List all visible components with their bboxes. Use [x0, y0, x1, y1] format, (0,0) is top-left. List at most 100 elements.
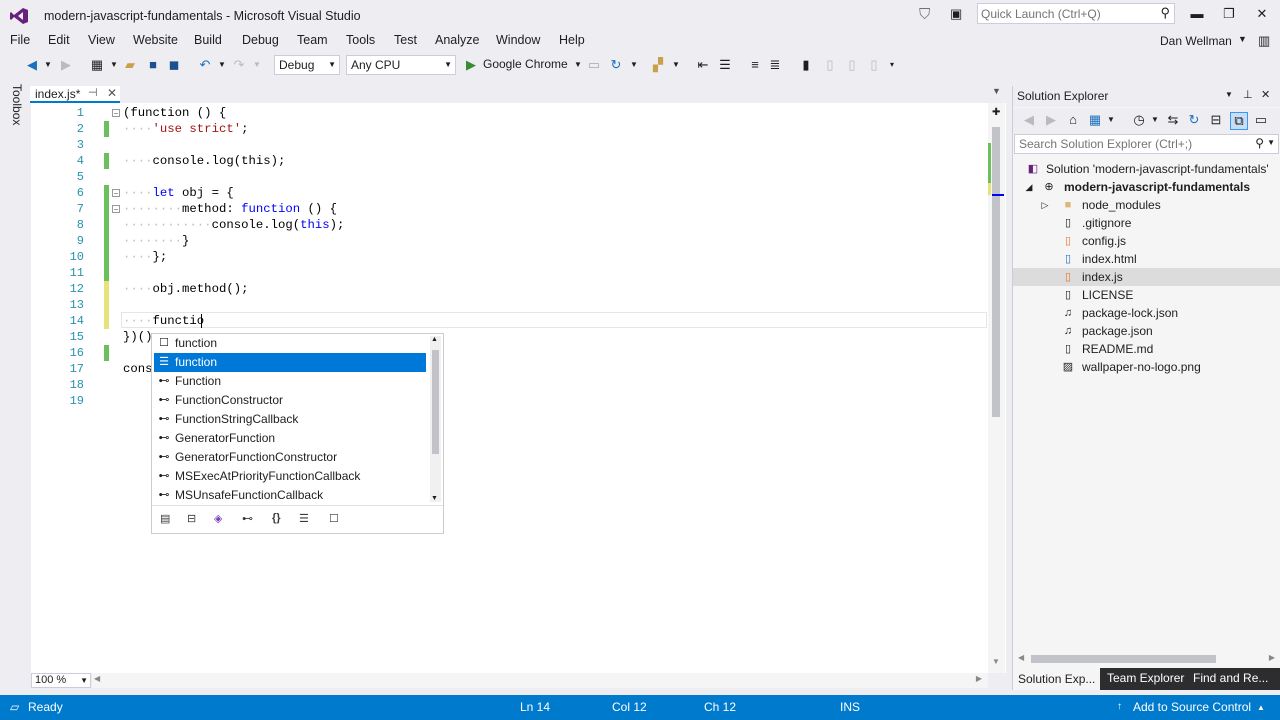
back-icon[interactable]: ◀ [1021, 112, 1037, 128]
completion-item[interactable]: ⊷ GeneratorFunctionConstructor [154, 448, 426, 467]
tree-item-file[interactable]: ♫ package.json [1013, 322, 1280, 340]
filter-namespace-icon[interactable]: {} [272, 512, 281, 524]
quick-launch-box[interactable]: ⚲ [977, 3, 1175, 24]
uncomment-lines-icon[interactable]: ≣ [767, 57, 783, 73]
menu-view[interactable]: View [88, 33, 115, 47]
tab-solution-explorer[interactable]: Solution Exp... [1013, 668, 1101, 690]
minimize-button[interactable]: ▬ [1180, 4, 1214, 24]
filter-module-icon[interactable]: ▤ [160, 512, 170, 525]
properties-icon[interactable]: ▭ [1253, 112, 1269, 128]
bookmark-icon[interactable]: ▮ [798, 57, 814, 73]
sync-with-document-icon[interactable]: ⇆ [1165, 112, 1181, 128]
tree-item-file[interactable]: ▯ config.js [1013, 232, 1280, 250]
new-project-icon[interactable]: ▦ [89, 57, 105, 73]
format-document-icon[interactable]: ☰ [717, 57, 733, 73]
previous-bookmark-icon[interactable]: ▯ [822, 57, 838, 73]
chevron-down-icon[interactable]: ▼ [249, 57, 265, 73]
chevron-down-icon[interactable]: ▼ [40, 57, 56, 73]
filter-snippet-icon[interactable]: ☐ [329, 512, 339, 525]
start-debugging-icon[interactable]: ▶ [463, 57, 479, 73]
completion-item[interactable]: ⊷ FunctionStringCallback [154, 410, 426, 429]
menu-file[interactable]: File [10, 33, 30, 47]
step-into-icon[interactable]: ⇤ [695, 57, 711, 73]
menu-help[interactable]: Help [559, 33, 585, 47]
chevron-down-icon[interactable]: ▼ [626, 57, 642, 73]
home-icon[interactable]: ⌂ [1065, 112, 1081, 128]
tree-item-solution[interactable]: ◧ Solution 'modern-javascript-fundamenta… [1013, 160, 1280, 178]
menu-build[interactable]: Build [194, 33, 222, 47]
tree-item-file[interactable]: ▯ .gitignore [1013, 214, 1280, 232]
close-icon[interactable]: ✕ [1261, 88, 1270, 101]
scroll-right-icon[interactable]: ▶ [976, 674, 982, 683]
clear-bookmarks-icon[interactable]: ▯ [866, 57, 882, 73]
scroll-left-icon[interactable]: ◀ [1018, 653, 1024, 662]
pending-changes-filter-icon[interactable]: ◷ [1131, 112, 1147, 128]
intellisense-completion-list[interactable]: ☐ function ☰ function ⊷ Function ⊷ Funct… [151, 333, 444, 534]
completion-scrollbar[interactable]: ▲ ▼ [430, 336, 441, 502]
pin-icon[interactable]: ⊥ [1243, 88, 1253, 101]
navigate-back-icon[interactable]: ◀ [24, 57, 40, 73]
chevron-up-icon[interactable]: ▲ [1257, 703, 1265, 712]
document-list-dropdown-icon[interactable]: ▼ [992, 86, 1001, 96]
tree-item-file[interactable]: ▯ index.html [1013, 250, 1280, 268]
menu-edit[interactable]: Edit [48, 33, 70, 47]
menu-website[interactable]: Website [133, 33, 178, 47]
chevron-down-icon[interactable]: ▼ [1267, 138, 1275, 147]
menu-tools[interactable]: Tools [346, 33, 375, 47]
notification-filter-icon[interactable]: ⛉ [919, 6, 930, 23]
completion-item[interactable]: ⊷ FunctionConstructor [154, 391, 426, 410]
tree-item-file[interactable]: ▨ wallpaper-no-logo.png [1013, 358, 1280, 376]
forward-icon[interactable]: ▶ [1043, 112, 1059, 128]
tree-item-file[interactable]: ▯ README.md [1013, 340, 1280, 358]
collapse-all-icon[interactable]: ⊟ [1208, 112, 1224, 128]
collapsed-arrow-icon[interactable]: ▷ [1038, 196, 1052, 214]
chevron-down-icon[interactable]: ▼ [570, 57, 586, 73]
tree-item-file-selected[interactable]: ▯ index.js [1013, 268, 1280, 286]
account-icon[interactable]: ▥ [1258, 33, 1270, 49]
refresh-icon[interactable]: ↻ [608, 57, 624, 73]
solution-search-input[interactable] [1015, 135, 1239, 153]
chevron-down-icon[interactable]: ▼ [1225, 90, 1233, 99]
filter-enum-icon[interactable]: ⊟ [187, 512, 196, 525]
feedback-icon[interactable]: ▣ [950, 6, 962, 22]
scroll-down-icon[interactable]: ▼ [992, 657, 1000, 666]
scrollbar-thumb[interactable] [432, 350, 439, 454]
filter-interface-icon[interactable]: ⊷ [242, 512, 253, 525]
scroll-down-icon[interactable]: ▼ [431, 495, 438, 502]
close-window-button[interactable]: ✕ [1245, 4, 1279, 24]
scrollbar-thumb[interactable] [1031, 655, 1216, 663]
switch-views-icon[interactable]: ▦ [1087, 112, 1103, 128]
scroll-left-icon[interactable]: ◀ [94, 674, 100, 683]
close-icon[interactable]: ✕ [107, 86, 117, 100]
open-file-icon[interactable]: ▰ [122, 57, 138, 73]
browser-link-icon[interactable]: ▭ [586, 57, 602, 73]
scroll-up-icon[interactable]: ▲ [431, 336, 438, 343]
toolbar-overflow-icon[interactable]: ▾ [884, 57, 900, 73]
chevron-down-icon[interactable]: ▼ [1238, 34, 1247, 44]
tab-find-and-replace[interactable]: Find and Re... [1193, 671, 1268, 685]
search-icon[interactable]: ⚲ [1255, 136, 1264, 150]
chevron-down-icon[interactable]: ▼ [1147, 112, 1163, 128]
save-all-icon[interactable]: ◼ [166, 57, 182, 73]
quick-launch-input[interactable] [978, 4, 1156, 23]
platform-select[interactable]: Any CPU ▼ [346, 55, 456, 75]
collapse-icon[interactable]: − [112, 109, 120, 118]
editor-vertical-scrollbar[interactable]: ✚ ▼ [988, 103, 1005, 673]
pin-icon[interactable]: ⊣ [88, 86, 98, 99]
solution-search-box[interactable]: ⚲ ▼ [1014, 134, 1279, 154]
menu-team[interactable]: Team [297, 33, 328, 47]
chevron-down-icon[interactable]: ▼ [668, 57, 684, 73]
next-bookmark-icon[interactable]: ▯ [844, 57, 860, 73]
completion-item[interactable]: ⊷ MSUnsafeFunctionCallback [154, 486, 426, 505]
scroll-right-icon[interactable]: ▶ [1269, 653, 1275, 662]
menu-debug[interactable]: Debug [242, 33, 279, 47]
refresh-icon[interactable]: ↻ [1186, 112, 1202, 128]
editor-horizontal-scrollbar[interactable]: ◀ ▶ [92, 673, 988, 688]
collapse-icon[interactable]: − [112, 205, 120, 214]
run-target-button[interactable]: Google Chrome [483, 57, 568, 71]
comment-lines-icon[interactable]: ≡ [747, 57, 763, 73]
menu-analyze[interactable]: Analyze [435, 33, 479, 47]
show-all-files-icon[interactable]: ⧉ [1230, 112, 1248, 130]
chevron-down-icon[interactable]: ▼ [214, 57, 230, 73]
tree-item-file[interactable]: ♫ package-lock.json [1013, 304, 1280, 322]
